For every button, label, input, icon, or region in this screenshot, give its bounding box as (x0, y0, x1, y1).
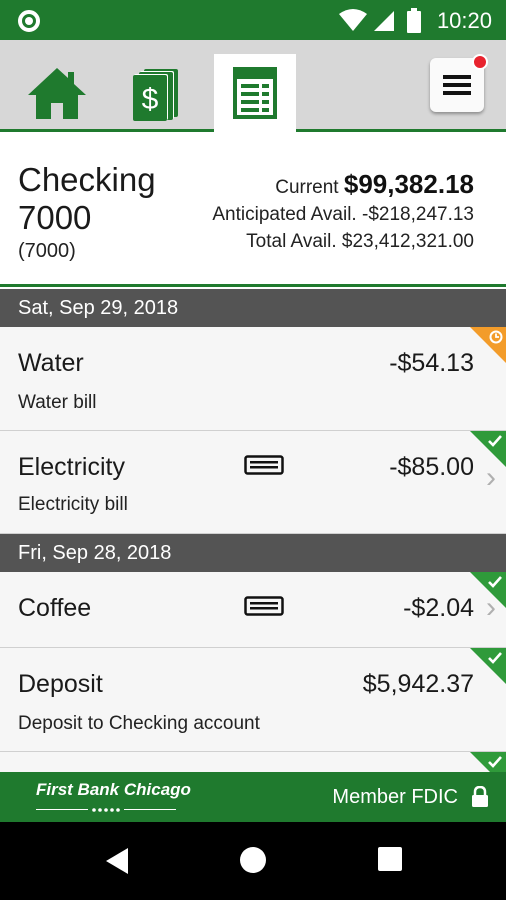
total-balance-label: Total Avail. (246, 231, 337, 252)
anticipated-balance: Anticipated Avail. -$218,247.13 (212, 204, 474, 226)
home-nav-icon[interactable] (239, 846, 267, 874)
status-bar: 10:20 (0, 0, 506, 40)
anticipated-balance-label: Anticipated Avail. (212, 204, 357, 225)
member-fdic: Member FDIC (332, 786, 458, 808)
tab-accounts[interactable]: $ (115, 54, 197, 132)
system-navigation-bar (0, 822, 506, 900)
check-icon (488, 652, 502, 664)
lock-icon (472, 786, 488, 807)
menu-button[interactable] (430, 54, 488, 112)
transaction-amount: -$2.04 (403, 594, 474, 622)
recents-icon[interactable] (377, 846, 403, 872)
account-name: Checking 7000 (18, 161, 156, 236)
register-icon (233, 67, 277, 119)
svg-text:$: $ (142, 83, 159, 116)
transaction-row[interactable]: Water Water bill -$54.13 (0, 327, 506, 431)
transaction-title: Deposit (18, 670, 103, 698)
account-number: (7000) (18, 240, 76, 262)
card-icon (244, 596, 284, 616)
signal-icon (374, 11, 394, 31)
tab-bar: $ (0, 40, 506, 132)
current-balance-value: $99,382.18 (343, 169, 474, 199)
tab-home[interactable] (16, 54, 98, 132)
date-header: Sat, Sep 29, 2018 (0, 289, 506, 327)
check-icon (488, 756, 502, 768)
notification-badge (472, 54, 488, 70)
account-summary: Checking 7000 (7000) Current $99,382.18 … (0, 133, 506, 287)
transaction-title: Electricity (18, 453, 125, 481)
bank-logo: First Bank Chicago (36, 780, 191, 799)
tab-register[interactable] (214, 54, 296, 132)
transaction-amount: -$85.00 (389, 453, 474, 481)
transaction-description: Electricity bill (18, 494, 128, 515)
transaction-title: Coffee (18, 594, 92, 622)
card-icon (244, 455, 284, 475)
transaction-row[interactable]: Coffee -$2.04 › (0, 572, 506, 648)
total-balance: Total Avail. $23,412,321.00 (246, 231, 474, 253)
transaction-row-partial[interactable] (0, 752, 506, 772)
clock: 10:20 (436, 8, 492, 33)
current-balance: Current $99,382.18 (275, 169, 474, 200)
date-header: Fri, Sep 28, 2018 (0, 534, 506, 572)
home-icon (28, 68, 86, 119)
logo-stars (36, 808, 176, 812)
bank-footer: First Bank Chicago Member FDIC (0, 772, 506, 822)
check-icon (488, 435, 502, 447)
wifi-icon (339, 9, 367, 31)
total-balance-value: $23,412,321.00 (341, 231, 474, 252)
transaction-title: Water (18, 349, 84, 377)
money-icon: $ (133, 69, 178, 121)
battery-icon (407, 8, 421, 33)
transaction-row[interactable]: Electricity Electricity bill -$85.00 › (0, 431, 506, 534)
transaction-amount: $5,942.37 (362, 670, 474, 698)
circle-icon (18, 10, 40, 32)
anticipated-balance-value: -$218,247.13 (362, 204, 474, 225)
back-icon[interactable] (104, 846, 130, 876)
transaction-description: Deposit to Checking account (18, 713, 260, 734)
menu-icon (443, 75, 471, 95)
transaction-amount: -$54.13 (389, 349, 474, 377)
clock-icon (489, 330, 503, 344)
current-balance-label: Current (275, 177, 339, 198)
check-icon (488, 576, 502, 588)
transaction-row[interactable]: Deposit Deposit to Checking account $5,9… (0, 648, 506, 752)
transaction-description: Water bill (18, 392, 97, 413)
